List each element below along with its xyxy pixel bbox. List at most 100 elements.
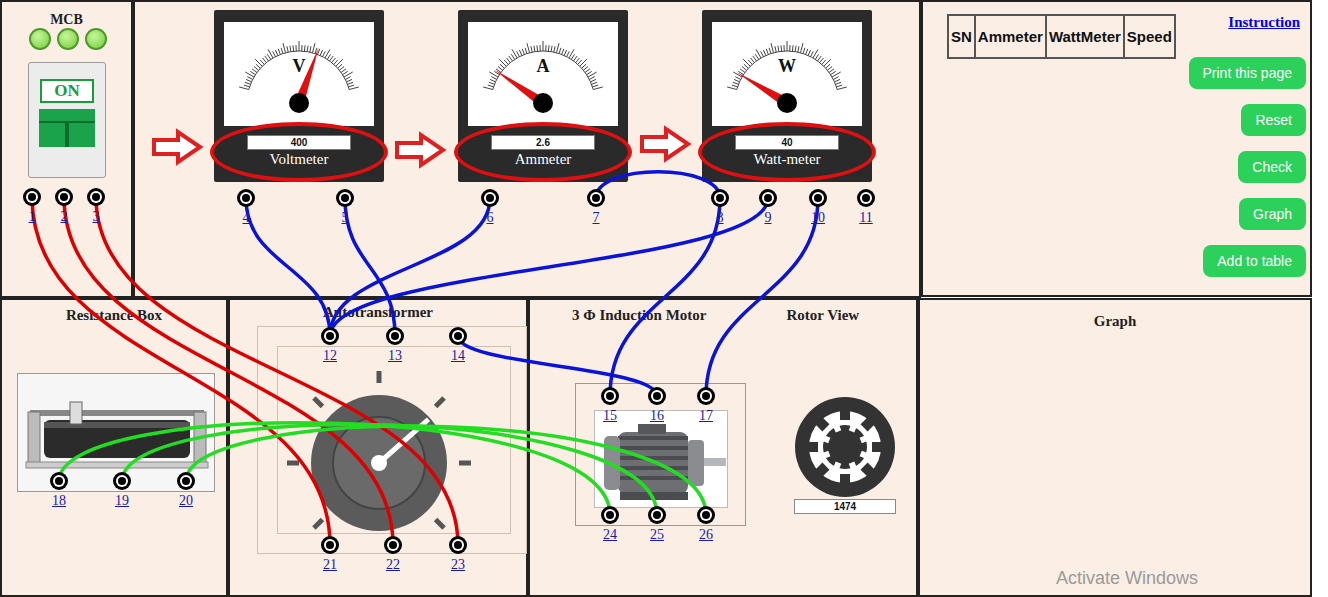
meter-reading: 40 bbox=[735, 135, 839, 150]
terminal[interactable] bbox=[648, 506, 666, 524]
table-column-header: WattMeter bbox=[1046, 15, 1124, 58]
terminal[interactable] bbox=[113, 472, 131, 490]
terminal[interactable] bbox=[321, 327, 339, 345]
terminal[interactable] bbox=[177, 472, 195, 490]
knob-pointer[interactable] bbox=[379, 419, 429, 463]
terminal-label[interactable]: 25 bbox=[642, 527, 672, 543]
terminal-label[interactable]: 7 bbox=[581, 210, 611, 226]
meters-panel bbox=[133, 0, 921, 298]
mcb-toggle[interactable] bbox=[39, 109, 95, 147]
table-column-header: Ammeter bbox=[975, 15, 1046, 58]
terminal[interactable] bbox=[809, 189, 827, 207]
table-column-header: SN bbox=[948, 15, 975, 58]
terminal[interactable] bbox=[759, 189, 777, 207]
resistance-box-panel: Resistance Box bbox=[0, 298, 228, 597]
terminal[interactable] bbox=[23, 188, 41, 206]
terminal-label[interactable]: 13 bbox=[380, 348, 410, 364]
instruction-link[interactable]: Instruction bbox=[1228, 14, 1300, 30]
terminal-label[interactable]: 24 bbox=[595, 527, 625, 543]
wire bbox=[596, 172, 720, 198]
meter-reading: 2.6 bbox=[491, 135, 595, 150]
terminal-label[interactable]: 19 bbox=[107, 493, 137, 509]
mcb-light bbox=[57, 28, 79, 50]
wire bbox=[59, 423, 610, 515]
terminal-label[interactable]: 15 bbox=[595, 408, 625, 424]
terminal-label[interactable]: 2 bbox=[49, 209, 79, 225]
terminal-label[interactable]: 20 bbox=[171, 493, 201, 509]
terminal-label[interactable]: 18 bbox=[44, 493, 74, 509]
terminal[interactable] bbox=[648, 387, 666, 405]
terminal[interactable] bbox=[481, 189, 499, 207]
terminal[interactable] bbox=[386, 327, 404, 345]
resistance-box-title: Resistance Box bbox=[2, 306, 226, 324]
terminal-label[interactable]: 12 bbox=[315, 348, 345, 364]
terminal-label[interactable]: 23 bbox=[443, 557, 473, 573]
terminal-label[interactable]: 11 bbox=[851, 210, 881, 226]
terminal[interactable] bbox=[697, 387, 715, 405]
terminal-label[interactable]: 21 bbox=[315, 557, 345, 573]
terminal-label[interactable]: 4 bbox=[231, 210, 261, 226]
terminal[interactable] bbox=[711, 189, 729, 207]
terminal[interactable] bbox=[55, 188, 73, 206]
mcb-switch[interactable]: ON bbox=[28, 62, 106, 178]
action-button[interactable]: Add to table bbox=[1203, 245, 1306, 277]
terminal[interactable] bbox=[237, 189, 255, 207]
terminal[interactable] bbox=[587, 189, 605, 207]
motor-title: 3 Φ Induction Motor bbox=[572, 306, 707, 595]
meter-reading: 400 bbox=[247, 135, 351, 150]
terminal[interactable] bbox=[87, 188, 105, 206]
terminal-label[interactable]: 17 bbox=[691, 408, 721, 424]
terminal[interactable] bbox=[601, 387, 619, 405]
induction-motor bbox=[575, 383, 746, 526]
results-table: SNAmmeterWattMeterSpeed bbox=[947, 14, 1176, 59]
meter: W40Watt-meter bbox=[702, 10, 872, 182]
meter-needle bbox=[734, 68, 790, 107]
action-button[interactable]: Reset bbox=[1241, 104, 1306, 136]
terminal-label[interactable]: 22 bbox=[378, 557, 408, 573]
terminal[interactable] bbox=[50, 472, 68, 490]
mcb-switch-label: ON bbox=[40, 79, 94, 103]
terminal-label[interactable]: 6 bbox=[475, 210, 505, 226]
terminal[interactable] bbox=[384, 536, 402, 554]
terminal[interactable] bbox=[697, 506, 715, 524]
terminal-label[interactable]: 5 bbox=[330, 210, 360, 226]
terminal[interactable] bbox=[857, 189, 875, 207]
meter-label: Voltmeter bbox=[270, 150, 329, 168]
wire bbox=[122, 425, 657, 515]
terminal-label[interactable]: 26 bbox=[691, 527, 721, 543]
wire bbox=[330, 198, 768, 336]
terminal[interactable] bbox=[601, 506, 619, 524]
terminal-label[interactable]: 14 bbox=[443, 348, 473, 364]
terminal-label[interactable]: 3 bbox=[81, 209, 111, 225]
meter-needle bbox=[294, 46, 323, 105]
terminal-label[interactable]: 1 bbox=[17, 209, 47, 225]
terminal-label[interactable]: 10 bbox=[803, 210, 833, 226]
wire bbox=[246, 198, 330, 336]
terminal[interactable] bbox=[449, 327, 467, 345]
mcb-light bbox=[29, 28, 51, 50]
terminal[interactable] bbox=[336, 189, 354, 207]
rotor-view-title: Rotor View bbox=[787, 306, 860, 595]
control-panel: SNAmmeterWattMeterSpeed Instruction Prin… bbox=[921, 0, 1312, 297]
meter-symbol: A bbox=[468, 56, 618, 76]
mcb-title: MCB bbox=[2, 12, 131, 28]
action-button[interactable]: Print this page bbox=[1189, 57, 1307, 89]
terminal-label[interactable]: 16 bbox=[642, 408, 672, 424]
mcb-panel: MCB bbox=[0, 0, 133, 298]
meter: A2.6Ammeter bbox=[458, 10, 628, 182]
wire bbox=[610, 198, 720, 396]
action-button[interactable]: Check bbox=[1238, 151, 1306, 183]
wire bbox=[32, 197, 330, 545]
action-button[interactable]: Graph bbox=[1239, 198, 1306, 230]
activate-windows-watermark: Activate Windows bbox=[1056, 568, 1198, 588]
wire bbox=[345, 198, 395, 336]
motor-panel: 3 Φ Induction Motor Rotor View bbox=[528, 298, 918, 597]
terminal[interactable] bbox=[449, 536, 467, 554]
terminal[interactable] bbox=[321, 536, 339, 554]
wire bbox=[330, 198, 490, 336]
terminal-label[interactable]: 9 bbox=[753, 210, 783, 226]
terminal-label[interactable]: 8 bbox=[705, 210, 735, 226]
table-column-header: Speed bbox=[1124, 15, 1175, 58]
mcb-light bbox=[85, 28, 107, 50]
lab-page: MCB SNAmmeterWattMeterSpeed Instruction … bbox=[0, 0, 1328, 597]
